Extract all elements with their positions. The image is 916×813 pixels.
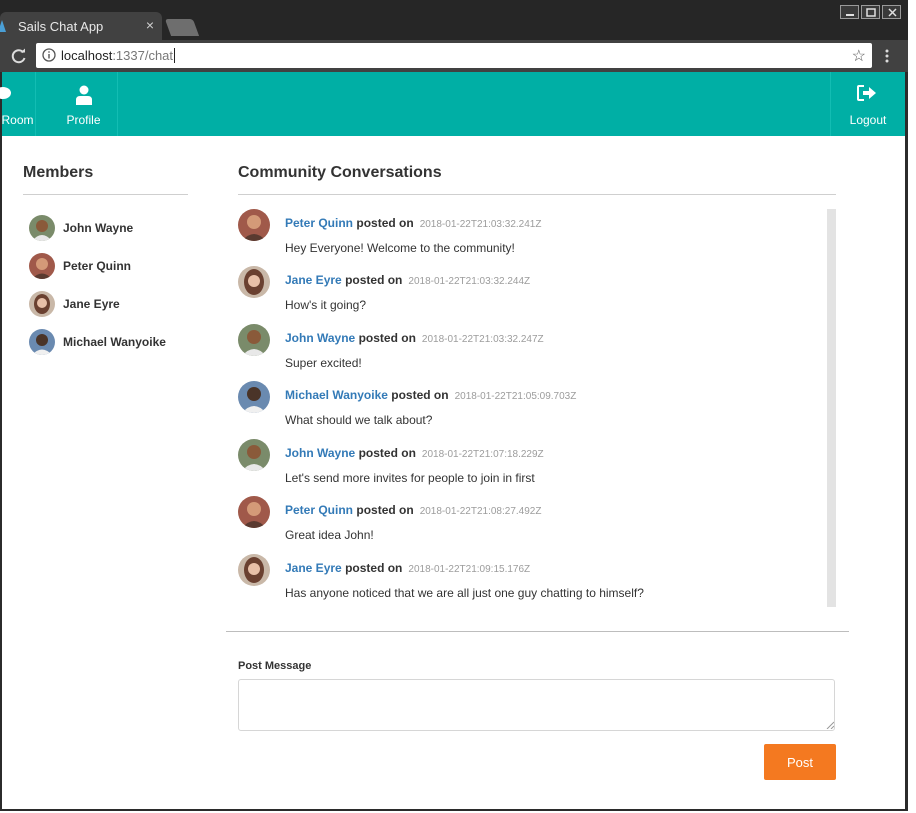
menu-kebab-icon[interactable]: [885, 48, 889, 64]
members-title: Members: [23, 164, 94, 181]
message-header: Michael Wanyoike posted on 2018-01-22T21:…: [285, 388, 576, 402]
info-icon[interactable]: [42, 48, 56, 62]
nav-profile-label: Profile: [66, 113, 101, 127]
top-navbar: Room Profile Logout: [0, 72, 905, 136]
nav-room-label: Room: [1, 113, 34, 127]
nav-profile[interactable]: Profile: [50, 72, 118, 136]
address-bar[interactable]: localhost:1337/chat ☆: [36, 43, 872, 68]
avatar: [29, 329, 55, 355]
nav-logout-label: Logout: [849, 113, 887, 127]
new-tab-button[interactable]: [164, 19, 200, 36]
sails-logo-icon: [0, 20, 6, 32]
tab-close-icon[interactable]: ×: [143, 17, 157, 33]
conversations-title: Community Conversations: [238, 164, 442, 181]
avatar: [238, 209, 270, 241]
posted-on-label: posted on: [358, 446, 416, 460]
message-text: Let's send more invites for people to jo…: [285, 471, 535, 485]
member-name: Michael Wanyoike: [63, 335, 166, 349]
url-host: localhost: [61, 48, 113, 63]
member-name: Jane Eyre: [63, 297, 120, 311]
post-message-label: Post Message: [238, 660, 312, 672]
posted-on-label: posted on: [391, 388, 449, 402]
message-author[interactable]: Michael Wanyoike: [285, 388, 388, 402]
message-text: Has anyone noticed that we are all just …: [285, 586, 644, 600]
maximize-button[interactable]: [861, 5, 880, 19]
bookmark-star-icon[interactable]: ☆: [852, 46, 866, 66]
message-timestamp: 2018-01-22T21:03:32.247Z: [421, 334, 544, 345]
posted-on-label: posted on: [358, 331, 416, 345]
avatar: [29, 253, 55, 279]
posted-on-label: posted on: [356, 216, 414, 230]
logout-icon: [857, 85, 876, 101]
user-icon: [76, 85, 92, 105]
message-timestamp: 2018-01-22T21:09:15.176Z: [408, 564, 531, 575]
message-header: John Wayne posted on 2018-01-22T21:07:18.…: [285, 446, 544, 460]
message-timestamp: 2018-01-22T21:03:32.244Z: [408, 276, 531, 287]
message-header: Jane Eyre posted on 2018-01-22T21:03:32.2…: [285, 273, 530, 287]
messages-scrollbar[interactable]: [827, 209, 836, 607]
member-name: John Wayne: [63, 221, 134, 235]
avatar: [238, 324, 270, 356]
page-content: Room Profile Logout Members John Wayne P…: [0, 72, 905, 809]
conversations-divider: [238, 194, 836, 195]
post-button[interactable]: Post: [764, 744, 836, 780]
message-author[interactable]: John Wayne: [285, 446, 355, 460]
message-header: Jane Eyre posted on 2018-01-22T21:09:15.1…: [285, 561, 530, 575]
posted-on-label: posted on: [345, 561, 403, 575]
text-caret: [174, 48, 176, 63]
message-text: Great idea John!: [285, 528, 374, 542]
message-author[interactable]: Jane Eyre: [285, 273, 342, 287]
title-bar: Sails Chat App ×: [0, 0, 908, 40]
message-author[interactable]: John Wayne: [285, 331, 355, 345]
members-divider: [23, 194, 188, 195]
message-text: How's it going?: [285, 298, 366, 312]
avatar: [238, 439, 270, 471]
message-timestamp: 2018-01-22T21:05:09.703Z: [454, 391, 577, 402]
message-header: Peter Quinn posted on 2018-01-22T21:08:27…: [285, 503, 541, 517]
avatar: [238, 554, 270, 586]
avatar: [238, 496, 270, 528]
close-window-button[interactable]: [882, 5, 901, 19]
message-timestamp: 2018-01-22T21:07:18.229Z: [421, 449, 544, 460]
posted-on-label: posted on: [356, 503, 414, 517]
browser-window: Sails Chat App × localhost:1337/chat ☆ R…: [0, 0, 908, 811]
post-message-input[interactable]: [238, 679, 835, 731]
nav-room[interactable]: Room: [0, 72, 36, 136]
compose-divider: [226, 631, 849, 632]
maximize-icon: [866, 8, 876, 17]
message-timestamp: 2018-01-22T21:03:32.241Z: [419, 219, 542, 230]
url-text: localhost:1337/chat: [61, 48, 176, 63]
url-path: :1337/chat: [112, 48, 174, 63]
member-name: Peter Quinn: [63, 259, 132, 273]
message-text: Hey Everyone! Welcome to the community!: [285, 241, 515, 255]
avatar: [29, 291, 55, 317]
minimize-button[interactable]: [840, 5, 859, 19]
tab-title: Sails Chat App: [18, 19, 104, 34]
avatar: [238, 381, 270, 413]
message-author[interactable]: Jane Eyre: [285, 561, 342, 575]
avatar: [238, 266, 270, 298]
message-text: What should we talk about?: [285, 413, 433, 427]
chat-bubble-icon: [0, 87, 11, 99]
browser-tab[interactable]: Sails Chat App ×: [0, 12, 162, 40]
message-author[interactable]: Peter Quinn: [285, 503, 353, 517]
message-author[interactable]: Peter Quinn: [285, 216, 353, 230]
resize-grip-icon[interactable]: [826, 721, 834, 729]
minimize-icon: [846, 14, 854, 16]
message-header: Peter Quinn posted on 2018-01-22T21:03:32…: [285, 216, 541, 230]
message-timestamp: 2018-01-22T21:08:27.492Z: [419, 506, 542, 517]
address-toolbar: localhost:1337/chat ☆: [0, 40, 908, 72]
close-icon: [888, 8, 897, 17]
nav-logout[interactable]: Logout: [830, 72, 905, 136]
reload-icon[interactable]: [10, 47, 28, 65]
posted-on-label: posted on: [345, 273, 403, 287]
avatar: [29, 215, 55, 241]
message-text: Super excited!: [285, 356, 362, 370]
message-header: John Wayne posted on 2018-01-22T21:03:32.…: [285, 331, 544, 345]
